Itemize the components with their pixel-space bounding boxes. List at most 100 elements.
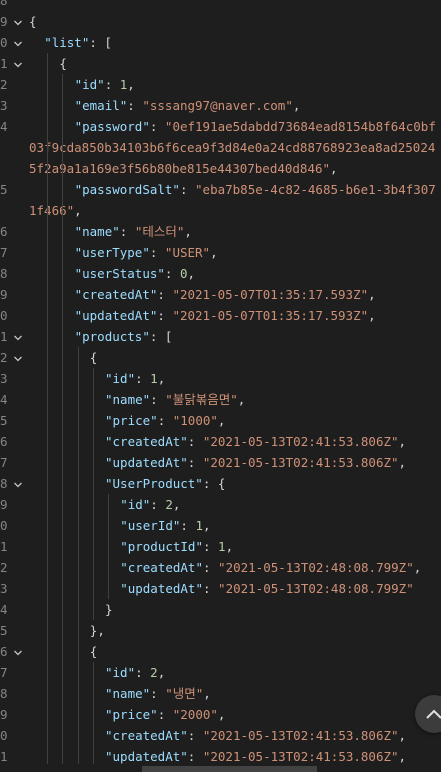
json-punctuation: : [150, 497, 166, 512]
code-line[interactable]: 5 "passwordSalt": "eba7b85e-4c82-4685-b6e… [0, 179, 441, 200]
json-key: "userId" [120, 518, 181, 533]
code-line[interactable]: 5f2a9a1a169e3f56b80be815e44307bed40d846"… [0, 158, 441, 179]
code-line[interactable]: 6 "createdAt": "2021-05-13T02:41:53.806Z"… [0, 431, 441, 452]
json-key: "price" [105, 707, 158, 722]
code-line[interactable]: 1 "products": [ [0, 326, 441, 347]
code-line[interactable]: 0 "updatedAt": "2021-05-07T01:35:17.593Z"… [0, 305, 441, 326]
json-punctuation: : [150, 392, 166, 407]
json-punctuation: : [157, 308, 173, 323]
json-punctuation: : [ [149, 329, 173, 344]
code-line[interactable]: 7 "userType": "USER", [0, 242, 441, 263]
chevron-down-icon[interactable] [13, 326, 25, 347]
code-line[interactable]: 1f466", [0, 200, 441, 221]
json-punctuation: : [187, 728, 203, 743]
json-string: 03f9cda850b34103b6f6cea9f3d84e0a24cd8876… [29, 140, 436, 155]
code-line[interactable]: 5}, [0, 620, 441, 641]
code-line[interactable]: 6 "name": "테스터", [0, 221, 441, 242]
code-line[interactable]: 0 "createdAt": "2021-05-13T02:41:53.806Z"… [0, 725, 441, 746]
line-number: 2 [0, 77, 8, 92]
indent-guide [62, 74, 64, 764]
code-line[interactable]: 6{ [0, 641, 441, 662]
code-line[interactable]: 7 "id": 2, [0, 662, 441, 683]
code-line[interactable]: 7 "updatedAt": "2021-05-13T02:41:53.806Z"… [0, 452, 441, 473]
line-number: 0 [0, 35, 8, 50]
line-number: 1 [0, 56, 8, 71]
json-punctuation: , [157, 665, 166, 680]
json-string: "2021-05-13T02:48:08.799Z" [218, 560, 414, 575]
json-punctuation: , [398, 455, 407, 470]
code-editor[interactable]: 8 9{0 "list": [1{2 "id": 1, 3 "email": "sssan… [0, 0, 441, 764]
json-key: "userType" [74, 245, 150, 260]
json-punctuation: : [187, 434, 203, 449]
chevron-down-icon[interactable] [13, 347, 25, 368]
code-line[interactable]: 9 "price": "2000", [0, 704, 441, 725]
chevron-down-icon[interactable] [13, 11, 25, 32]
code-line[interactable]: 9 "id": 2, [0, 494, 441, 515]
json-key: "createdAt" [105, 728, 188, 743]
line-number: 8 [0, 266, 8, 281]
line-number: 2 [0, 560, 8, 575]
code-line[interactable]: 0 "userId": 1, [0, 515, 441, 536]
code-line[interactable]: 8 "UserProduct": { [0, 473, 441, 494]
line-number: 6 [0, 224, 8, 239]
code-line[interactable]: 3 "id": 1, [0, 368, 441, 389]
code-line[interactable]: 03f9cda850b34103b6f6cea9f3d84e0a24cd8876… [0, 137, 441, 158]
json-key: "products" [74, 329, 150, 344]
line-number: 4 [0, 602, 8, 617]
line-number: 1 [0, 329, 8, 344]
chevron-down-icon[interactable] [13, 641, 25, 662]
code-line[interactable]: 3 "email": "sssang97@naver.com", [0, 95, 441, 116]
code-line[interactable]: 4} [0, 599, 441, 620]
line-number: 5 [0, 623, 8, 638]
code-line[interactable]: 8 "name": "냉면", [0, 683, 441, 704]
json-string: "2021-05-13T02:41:53.806Z" [202, 434, 399, 449]
json-punctuation: , [398, 749, 407, 764]
json-string: "2021-05-13T02:41:53.806Z" [202, 749, 399, 764]
code-line[interactable]: 2{ [0, 347, 441, 368]
json-punctuation: , [172, 497, 181, 512]
json-punctuation: , [203, 518, 211, 533]
code-line[interactable]: 2 "createdAt": "2021-05-13T02:48:08.799Z"… [0, 557, 441, 578]
code-line[interactable]: 2 "id": 1, [0, 74, 441, 95]
json-punctuation: , [187, 266, 196, 281]
json-key: "userStatus" [74, 266, 165, 281]
code-line[interactable]: 8 "userStatus": 0, [0, 263, 441, 284]
line-number: 7 [0, 245, 8, 260]
line-number: 7 [0, 665, 8, 680]
line-number: 0 [0, 728, 8, 743]
indent-guide [108, 494, 109, 599]
code-line[interactable]: 0 "list": [ [0, 32, 441, 53]
code-line[interactable]: 5 "price": "1000", [0, 410, 441, 431]
json-key: "password" [74, 119, 150, 134]
line-number: 9 [0, 287, 8, 302]
chevron-down-icon[interactable] [13, 53, 25, 74]
json-punctuation: , [184, 224, 192, 239]
json-punctuation: : [187, 455, 203, 470]
indent-guide [92, 368, 94, 620]
chevron-down-icon[interactable] [13, 32, 25, 53]
code-line[interactable]: 8 [0, 0, 441, 11]
json-punctuation: : [135, 371, 151, 386]
code-line[interactable]: 1 "productId": 1, [0, 536, 441, 557]
json-punctuation: : [202, 560, 219, 575]
line-number: 6 [0, 644, 8, 659]
line-number: 0 [0, 308, 8, 323]
json-string: 1f466" [29, 203, 75, 218]
chevron-up-icon [426, 709, 441, 719]
json-punctuation: : [150, 686, 166, 701]
horizontal-scrollbar[interactable] [0, 764, 441, 772]
code-line[interactable]: 4 "password": "0ef191ae5dabdd73684ead8154… [0, 116, 441, 137]
line-number: 8 [0, 0, 8, 8]
scrollbar-thumb[interactable] [142, 766, 317, 772]
json-key: "updatedAt" [74, 308, 158, 323]
json-key: "name" [74, 224, 120, 239]
code-line[interactable]: 1{ [0, 53, 441, 74]
code-line[interactable]: 1 "updatedAt": "2021-05-13T02:41:53.806Z"… [0, 746, 441, 764]
code-line[interactable]: 9{ [0, 11, 441, 32]
chevron-down-icon[interactable] [13, 473, 25, 494]
code-line[interactable]: 4 "name": "불닭볶음면", [0, 389, 441, 410]
json-number: 1 [150, 371, 158, 386]
code-line[interactable]: 9 "createdAt": "2021-05-07T01:35:17.593Z"… [0, 284, 441, 305]
code-line[interactable]: 3 "updatedAt": "2021-05-13T02:48:08.799Z" [0, 578, 441, 599]
json-key: "id" [105, 665, 136, 680]
